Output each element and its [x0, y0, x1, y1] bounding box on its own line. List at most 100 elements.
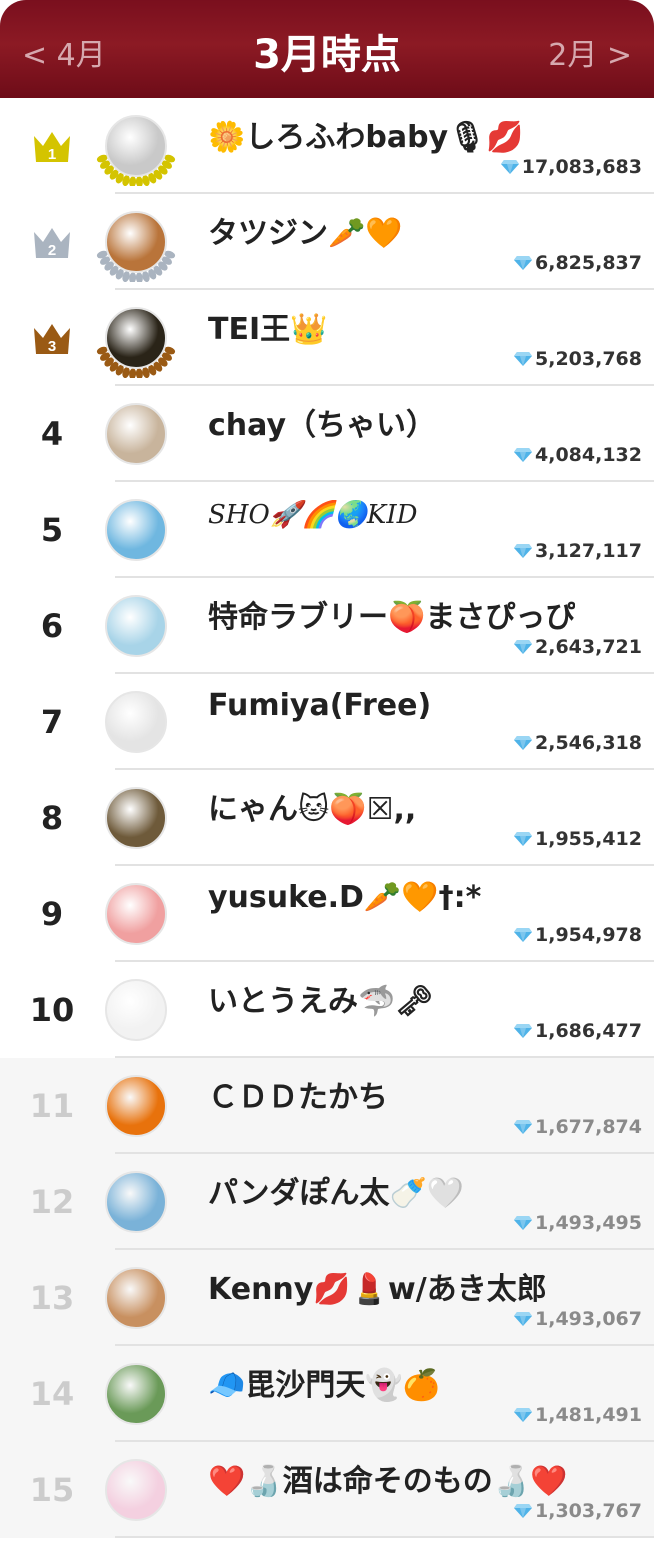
ranking-row[interactable]: 1 🌼しろふわbaby🎙💋 17,083,683 — [0, 98, 654, 194]
crown-gold-icon: 1 — [32, 126, 72, 166]
avatar[interactable] — [105, 595, 167, 657]
avatar-frame[interactable] — [96, 874, 176, 954]
avatar-frame[interactable] — [96, 298, 176, 378]
diamond-icon — [514, 1024, 533, 1038]
score: 1,493,067 — [513, 1308, 642, 1330]
svg-text:3: 3 — [48, 338, 56, 355]
avatar[interactable] — [105, 1267, 167, 1329]
diamond-icon — [514, 1408, 533, 1422]
ranking-row[interactable]: 8 にゃん🐱🍑☒,, 1,955,412 — [0, 770, 654, 866]
avatar[interactable] — [105, 115, 167, 177]
ranking-row[interactable]: 13 Kenny💋💄w/あき太郎 1,493,067 — [0, 1250, 654, 1346]
ranking-row[interactable]: 5 SHO🚀🌈🌏KID 3,127,117 — [0, 482, 654, 578]
score: 6,825,837 — [513, 252, 642, 274]
rank-number: 15 — [29, 1471, 75, 1509]
ranking-row[interactable]: 7 Fumiya(Free) 2,546,318 — [0, 674, 654, 770]
avatar-frame[interactable] — [96, 1066, 176, 1146]
user-name: Fumiya(Free) — [208, 688, 432, 723]
score-value: 6,825,837 — [535, 252, 642, 274]
avatar-frame[interactable] — [96, 490, 176, 570]
user-name: ＣＤＤたかち — [208, 1080, 388, 1115]
score-value: 1,686,477 — [535, 1020, 642, 1042]
ranking-row[interactable]: 2 タツジン🥕🧡 6,825,837 — [0, 194, 654, 290]
crown-bronze-icon: 3 — [32, 318, 72, 358]
avatar[interactable] — [105, 499, 167, 561]
score: 1,303,767 — [513, 1500, 642, 1522]
avatar-frame[interactable] — [96, 1162, 176, 1242]
avatar-frame[interactable] — [96, 682, 176, 762]
diamond-icon — [514, 736, 533, 750]
score-value: 3,127,117 — [535, 540, 642, 562]
avatar[interactable] — [105, 211, 167, 273]
user-name: タツジン🥕🧡 — [208, 216, 403, 251]
user-name: 🌼しろふわbaby🎙💋 — [208, 120, 524, 155]
ranking-row[interactable]: 3 TEI王👑 5,203,768 — [0, 290, 654, 386]
avatar-frame[interactable] — [96, 202, 176, 282]
score: 1,677,874 — [513, 1116, 642, 1138]
avatar[interactable] — [105, 1171, 167, 1233]
ranking-row[interactable]: 14 🧢毘沙門天👻🍊 1,481,491 — [0, 1346, 654, 1442]
diamond-icon — [514, 1216, 533, 1230]
avatar[interactable] — [105, 1363, 167, 1425]
score-value: 1,955,412 — [535, 828, 642, 850]
user-name: にゃん🐱🍑☒,, — [208, 792, 417, 827]
rank-number: 9 — [40, 895, 64, 933]
score: 1,954,978 — [513, 924, 642, 946]
score-value: 2,546,318 — [535, 732, 642, 754]
user-name: 🧢毘沙門天👻🍊 — [208, 1368, 441, 1403]
avatar-frame[interactable] — [96, 1450, 176, 1530]
avatar-frame[interactable] — [96, 106, 176, 186]
ranking-row[interactable]: 15 ❤️🍶酒は命そのもの🍶❤️ 1,303,767 — [0, 1442, 654, 1538]
user-name: いとうえみ🦈🗝 — [208, 984, 434, 1019]
avatar[interactable] — [105, 1459, 167, 1521]
rank-number: 10 — [29, 991, 75, 1029]
avatar[interactable] — [105, 883, 167, 945]
avatar[interactable] — [105, 307, 167, 369]
ranking-row[interactable]: 4 chay（ちゃい） 4,084,132 — [0, 386, 654, 482]
ranking-row[interactable]: 11 ＣＤＤたかち 1,677,874 — [0, 1058, 654, 1154]
avatar[interactable] — [105, 979, 167, 1041]
rank-number: 11 — [29, 1087, 75, 1125]
ranking-row[interactable]: 12 パンダぽん太🍼🤍 1,493,495 — [0, 1154, 654, 1250]
avatar-frame[interactable] — [96, 778, 176, 858]
avatar-frame[interactable] — [96, 970, 176, 1050]
avatar[interactable] — [105, 1075, 167, 1137]
score: 3,127,117 — [513, 540, 642, 562]
diamond-icon — [514, 544, 533, 558]
crown-silver-icon: 2 — [32, 222, 72, 262]
rank-number: 14 — [29, 1375, 75, 1413]
user-name: TEI王👑 — [208, 312, 328, 347]
avatar[interactable] — [105, 787, 167, 849]
user-name: SHO🚀🌈🌏KID — [208, 500, 418, 530]
avatar-frame[interactable] — [96, 1258, 176, 1338]
score: 1,955,412 — [513, 828, 642, 850]
ranking-row[interactable]: 9 yusuke.D🥕🧡†:* 1,954,978 — [0, 866, 654, 962]
user-name: yusuke.D🥕🧡†:* — [208, 880, 482, 915]
user-name: ❤️🍶酒は命そのもの🍶❤️ — [208, 1464, 568, 1499]
score: 17,083,683 — [500, 156, 642, 178]
avatar[interactable] — [105, 403, 167, 465]
score-value: 1,481,491 — [535, 1404, 642, 1426]
score: 5,203,768 — [513, 348, 642, 370]
avatar[interactable] — [105, 691, 167, 753]
score-value: 2,643,721 — [535, 636, 642, 658]
user-name: chay（ちゃい） — [208, 408, 437, 443]
user-name: パンダぽん太🍼🤍 — [208, 1176, 465, 1211]
score-value: 1,677,874 — [535, 1116, 642, 1138]
score-value: 1,954,978 — [535, 924, 642, 946]
avatar-frame[interactable] — [96, 1354, 176, 1434]
score: 1,493,495 — [513, 1212, 642, 1234]
score: 1,686,477 — [513, 1020, 642, 1042]
avatar-frame[interactable] — [96, 586, 176, 666]
score-value: 1,493,495 — [535, 1212, 642, 1234]
diamond-icon — [514, 1504, 533, 1518]
score-value: 1,493,067 — [535, 1308, 642, 1330]
ranking-row[interactable]: 10 いとうえみ🦈🗝 1,686,477 — [0, 962, 654, 1058]
avatar-frame[interactable] — [96, 394, 176, 474]
rank-number: 5 — [40, 511, 64, 549]
score-value: 4,084,132 — [535, 444, 642, 466]
rank-number: 6 — [40, 607, 64, 645]
next-month-button[interactable]: 2月 > — [548, 30, 632, 74]
score-value: 17,083,683 — [521, 156, 642, 178]
ranking-row[interactable]: 6 特命ラブリー🍑まさぴっぴ 2,643,721 — [0, 578, 654, 674]
